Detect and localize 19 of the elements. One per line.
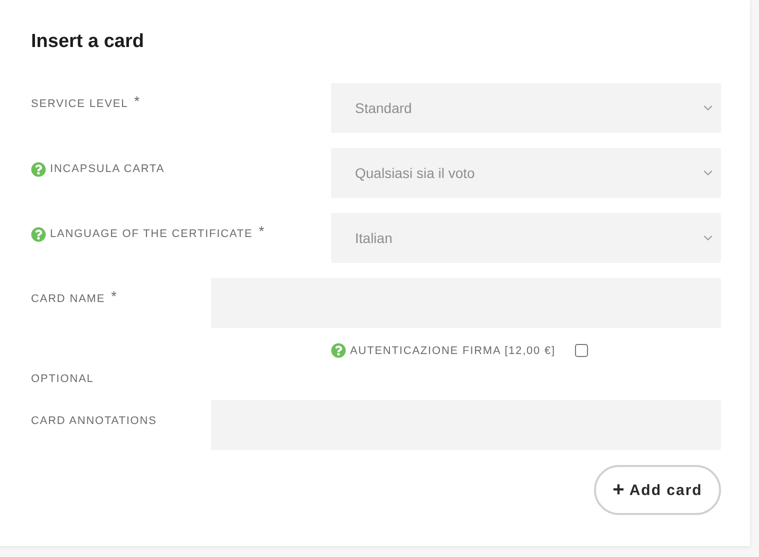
field-label: CARD ANNOTATIONS (31, 415, 157, 427)
option-label: AUTENTICAZIONE FIRMA [12,00 €] (350, 344, 556, 356)
checkbox[interactable] (574, 344, 588, 357)
field-label: LANGUAGE OF THE CERTIFICATE (50, 228, 253, 240)
help-icon[interactable] (331, 343, 346, 358)
add-card-button[interactable]: + Add card (594, 465, 721, 515)
field-label: INCAPSULA CARTA (50, 163, 165, 175)
dropdown-field[interactable]: Italian (331, 213, 721, 263)
dropdown-field[interactable]: Standard (331, 83, 721, 133)
help-icon[interactable] (31, 226, 46, 242)
field-label: CARD NAME (31, 293, 106, 305)
required-mark: * (111, 288, 117, 304)
help-icon[interactable] (31, 162, 46, 176)
field-label: OPTIONAL (31, 373, 94, 385)
form-title: Insert a card (31, 30, 145, 54)
required-mark: * (258, 223, 264, 239)
dropdown-field[interactable]: Qualsiasi sia il voto (331, 148, 721, 198)
field-label: SERVICE LEVEL (31, 98, 128, 110)
required-mark: * (134, 93, 140, 109)
